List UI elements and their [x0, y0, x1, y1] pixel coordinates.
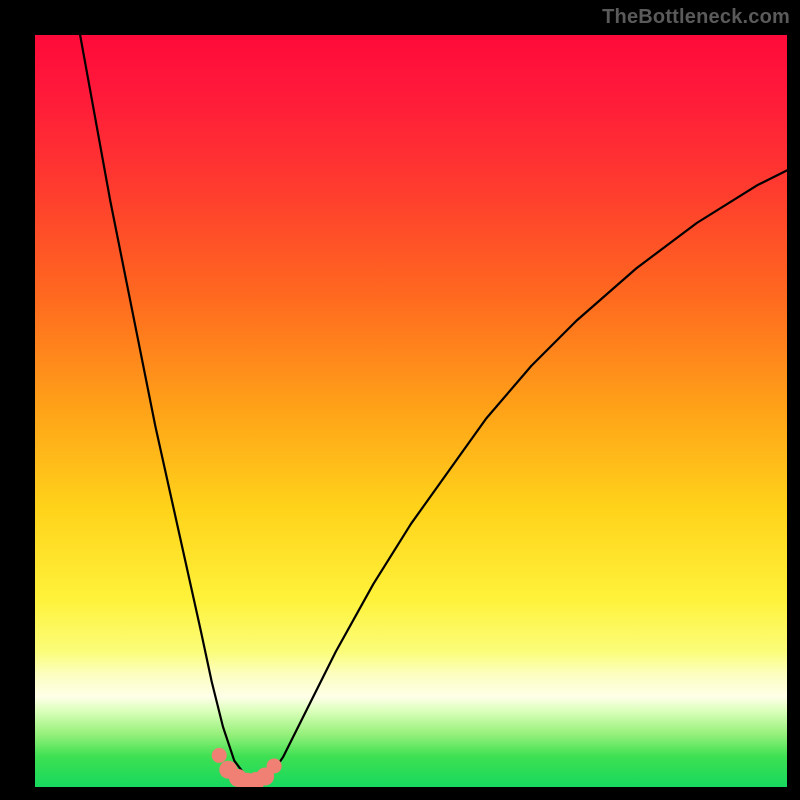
curve-layer [35, 35, 787, 787]
valley-marker [267, 758, 282, 773]
valley-marker [212, 748, 227, 763]
bottleneck-curve-path [80, 35, 787, 782]
watermark-text: TheBottleneck.com [602, 6, 790, 29]
plot-area [35, 35, 787, 787]
chart-frame: TheBottleneck.com [0, 0, 800, 800]
valley-marker-group [212, 748, 282, 787]
